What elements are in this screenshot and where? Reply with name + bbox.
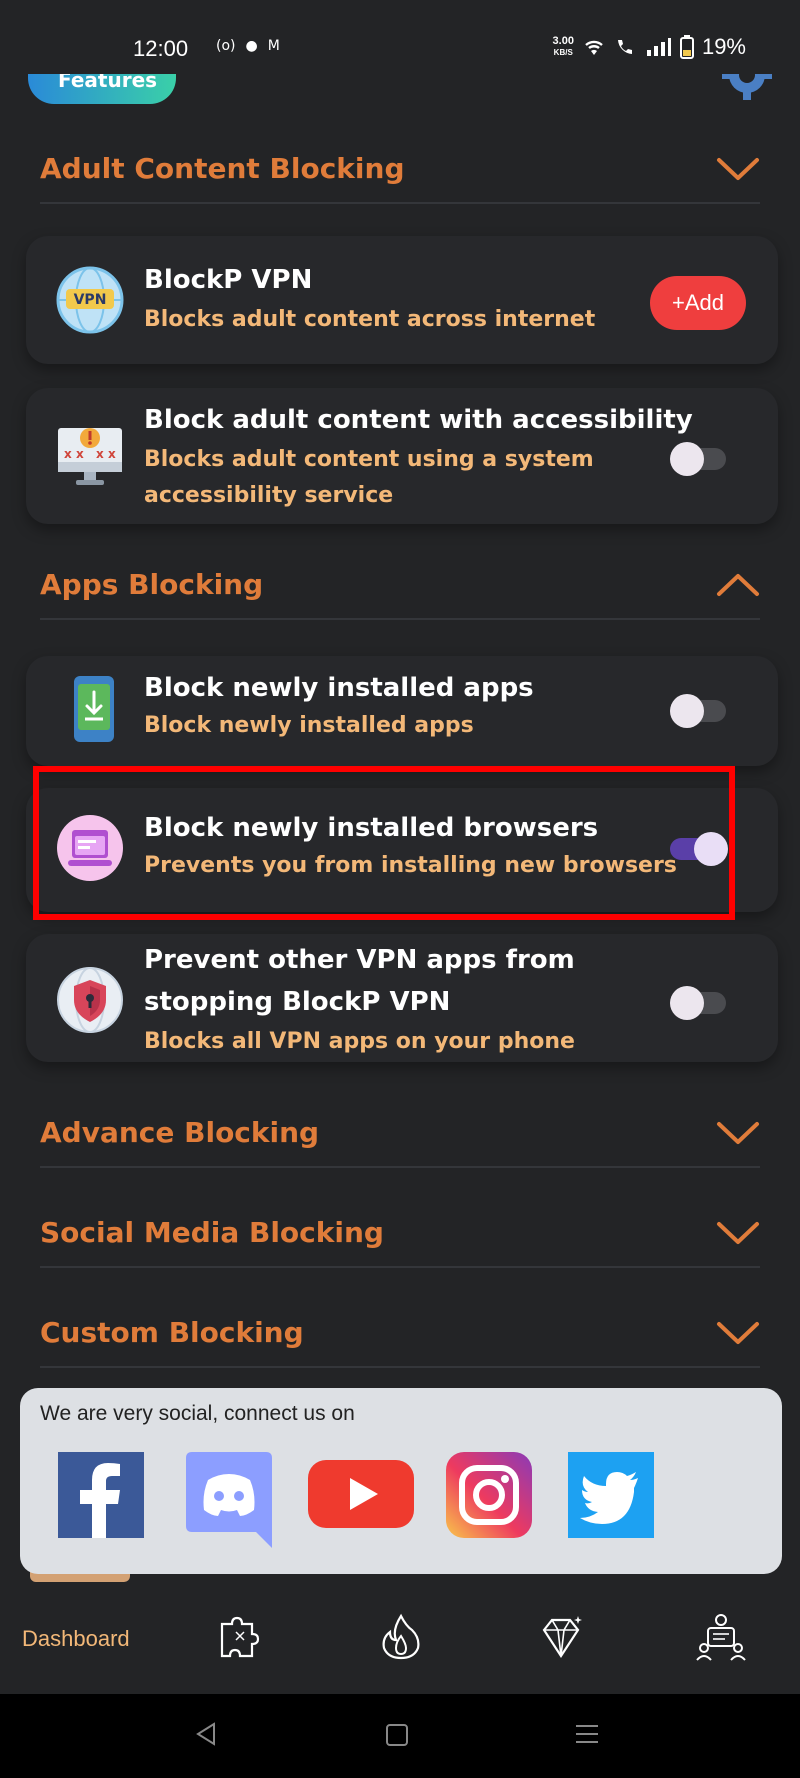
- section-title: Social Media Blocking: [40, 1216, 384, 1249]
- user-group-icon[interactable]: [696, 1612, 746, 1662]
- card-block-new-apps: Block newly installed apps Block newly i…: [26, 656, 778, 766]
- card-subtitle-line1: Blocks adult content using a system: [144, 447, 594, 472]
- svg-text:x: x: [64, 447, 72, 461]
- toggle-thumb: [670, 694, 704, 728]
- social-title: We are very social, connect us on: [40, 1402, 355, 1425]
- add-vpn-button[interactable]: +Add: [650, 276, 746, 330]
- puzzle-icon[interactable]: [216, 1612, 266, 1662]
- social-panel: We are very social, connect us on: [20, 1388, 782, 1574]
- card-title: Block adult content with accessibility: [144, 405, 693, 435]
- net-speed-value: 3.00: [552, 35, 574, 47]
- battery-percent: 19%: [701, 34, 746, 59]
- messenger-icon: ●: [245, 38, 258, 54]
- gmail-icon: M: [267, 38, 280, 54]
- vpn-icon-label: VPN: [73, 292, 107, 308]
- wifi-call-icon: [617, 40, 632, 54]
- toggle-thumb: [670, 442, 704, 476]
- wifi-icon: [585, 40, 603, 55]
- prevent-vpn-toggle[interactable]: [670, 986, 726, 1020]
- chevron-up-icon[interactable]: [716, 570, 760, 600]
- chevron-down-icon[interactable]: [716, 154, 760, 184]
- section-title: Apps Blocking: [40, 568, 264, 601]
- card-accessibility-blocking: x x x x Block adult content with accessi…: [26, 388, 778, 524]
- youtube-icon[interactable]: [308, 1452, 414, 1528]
- home-icon[interactable]: [384, 1720, 410, 1748]
- notification-icons: (o) ● M: [216, 38, 280, 54]
- section-custom-blocking[interactable]: Custom Blocking: [40, 1298, 760, 1368]
- shield-lock-icon: [57, 967, 123, 1033]
- svg-text:x: x: [108, 447, 116, 461]
- bottom-nav: Dashboard: [0, 1590, 800, 1694]
- diamond-icon[interactable]: [536, 1612, 586, 1662]
- signal-icon: [646, 38, 671, 56]
- section-advance-blocking[interactable]: Advance Blocking: [40, 1098, 760, 1168]
- chevron-down-icon[interactable]: [716, 1218, 760, 1248]
- discord-icon[interactable]: [186, 1452, 272, 1548]
- back-icon[interactable]: [194, 1720, 218, 1748]
- system-navigation-bar: [0, 1694, 800, 1778]
- highlight-box: [33, 766, 735, 920]
- svg-text:x: x: [96, 447, 104, 461]
- status-bar: 12:00 (o) ● M 3.00 KB/S 19%: [0, 0, 800, 74]
- card-title-line1: Prevent other VPN apps from: [144, 945, 575, 975]
- monitor-warning-icon: x x x x: [58, 428, 122, 485]
- twitter-icon[interactable]: [568, 1452, 654, 1538]
- section-social-media-blocking[interactable]: Social Media Blocking: [40, 1198, 760, 1268]
- section-title: Advance Blocking: [40, 1116, 320, 1149]
- card-subtitle: Blocks adult content across internet: [144, 307, 596, 332]
- toggle-thumb: [670, 986, 704, 1020]
- card-title: BlockP VPN: [144, 265, 313, 295]
- net-speed-unit: KB/S: [553, 48, 573, 57]
- battery-icon: [679, 35, 694, 59]
- accessibility-toggle[interactable]: [670, 442, 726, 476]
- card-subtitle: Block newly installed apps: [144, 713, 474, 738]
- status-right: 3.00 KB/S 19%: [553, 34, 746, 60]
- section-title: Adult Content Blocking: [40, 152, 405, 185]
- card-subtitle: Blocks all VPN apps on your phone: [144, 1029, 575, 1054]
- section-adult-content-blocking[interactable]: Adult Content Blocking: [40, 134, 760, 204]
- card-subtitle-line2: accessibility service: [144, 483, 394, 508]
- recents-icon[interactable]: [574, 1720, 600, 1748]
- facebook-icon[interactable]: [58, 1452, 144, 1538]
- card-title: Block newly installed apps: [144, 673, 534, 703]
- chevron-down-icon[interactable]: [716, 1318, 760, 1348]
- status-time: 12:00: [133, 36, 189, 61]
- radio-icon: (o): [216, 38, 236, 54]
- phone-download-icon: [74, 676, 114, 742]
- nav-dashboard[interactable]: Dashboard: [22, 1626, 130, 1652]
- section-title: Custom Blocking: [40, 1316, 304, 1349]
- new-apps-toggle[interactable]: [670, 694, 726, 728]
- instagram-icon[interactable]: [446, 1452, 532, 1538]
- card-blockp-vpn: VPN BlockP VPN Blocks adult content acro…: [26, 236, 778, 364]
- chevron-down-icon[interactable]: [716, 1118, 760, 1148]
- card-prevent-vpn: Prevent other VPN apps from stopping Blo…: [26, 934, 778, 1062]
- flame-icon[interactable]: [376, 1612, 426, 1662]
- svg-text:x: x: [76, 447, 84, 461]
- card-title-line2: stopping BlockP VPN: [144, 987, 451, 1017]
- section-apps-blocking[interactable]: Apps Blocking: [40, 550, 760, 620]
- net-speed: 3.00 KB/S: [553, 36, 574, 58]
